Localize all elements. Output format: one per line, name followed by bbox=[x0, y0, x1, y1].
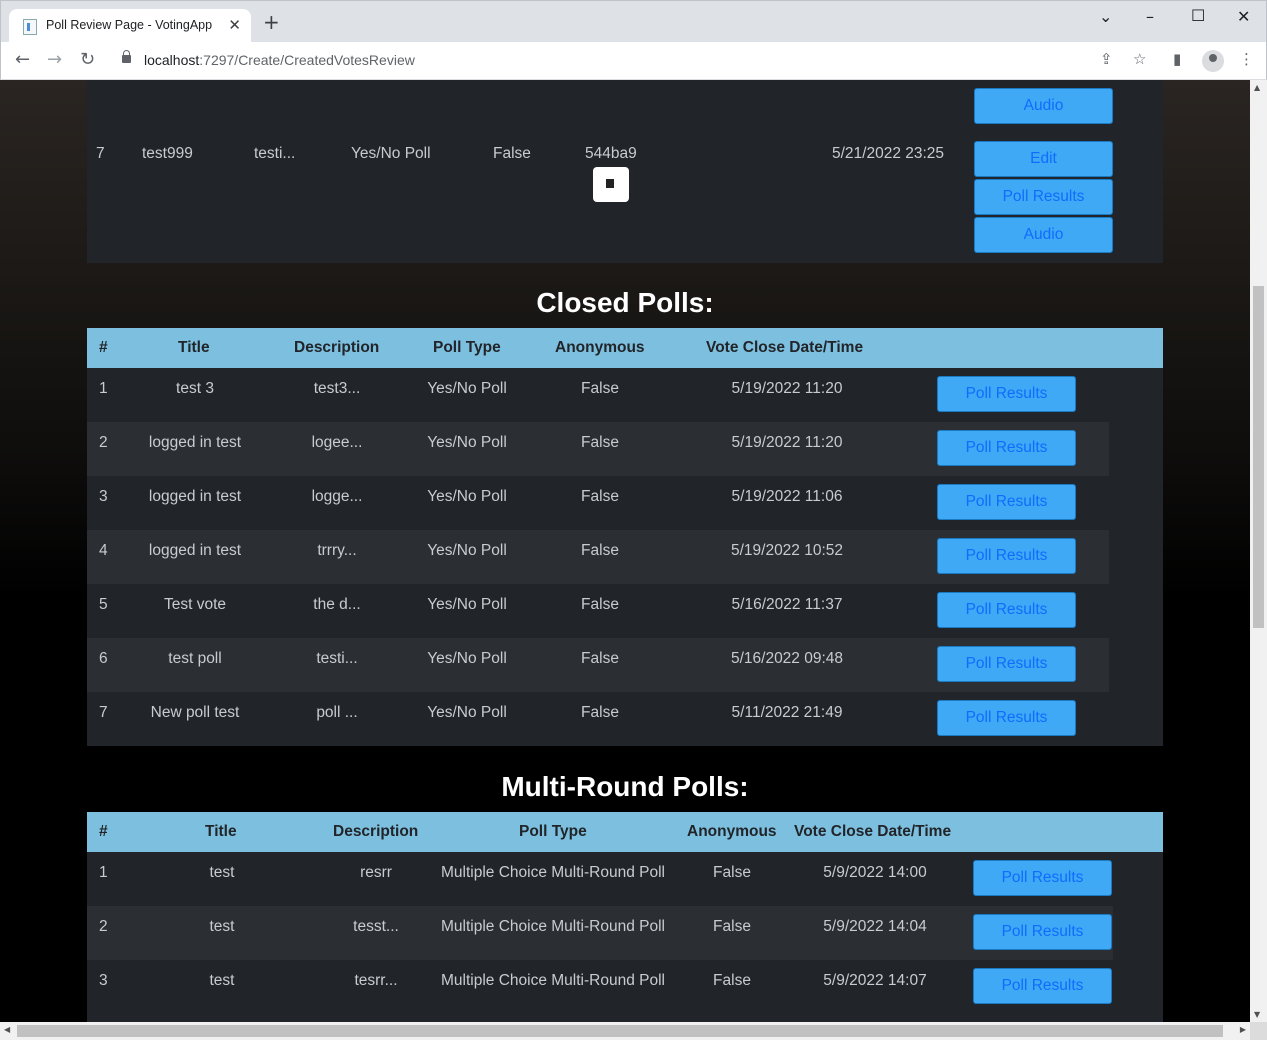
multi-round-polls-heading: Multi-Round Polls: bbox=[501, 771, 749, 802]
row-close-time: 5/19/2022 11:06 bbox=[731, 488, 843, 505]
copy-icon bbox=[606, 179, 614, 188]
tab-title: Poll Review Page - VotingApp bbox=[46, 18, 213, 32]
poll-results-button[interactable]: Poll Results bbox=[937, 430, 1076, 466]
row-close-time: 5/11/2022 21:49 bbox=[731, 704, 843, 721]
poll-results-button[interactable]: Poll Results bbox=[973, 860, 1112, 896]
vertical-scrollbar[interactable]: ▲ ▼ bbox=[1250, 80, 1267, 1022]
closed-polls-header-row: # Title Description Poll Type Anonymous … bbox=[87, 328, 1163, 368]
page-viewport: Audio 7 test999 testi... Yes/No Poll Fal… bbox=[0, 80, 1250, 1022]
share-icon[interactable]: ⇪ bbox=[1100, 50, 1113, 68]
header-description: Description bbox=[294, 339, 380, 356]
row-poll-type: Yes/No Poll bbox=[351, 145, 431, 162]
row-poll-code: 544ba9 bbox=[585, 145, 637, 162]
vertical-scroll-thumb[interactable] bbox=[1253, 286, 1264, 628]
row-anonymous: False bbox=[493, 145, 531, 162]
row-close-time: 5/19/2022 10:52 bbox=[730, 542, 844, 559]
row-title: test999 bbox=[142, 145, 193, 162]
menu-kebab-icon[interactable]: ⋮ bbox=[1239, 50, 1254, 68]
row-close-time: 5/16/2022 11:37 bbox=[731, 596, 843, 613]
header-title: Title bbox=[178, 339, 210, 356]
header-number: # bbox=[99, 339, 108, 356]
scrollbar-corner bbox=[1250, 1022, 1267, 1040]
close-window-icon[interactable]: ✕ bbox=[1237, 7, 1250, 26]
maximize-icon[interactable]: ☐ bbox=[1191, 6, 1205, 25]
poll-results-button[interactable]: Poll Results bbox=[937, 538, 1076, 574]
reload-icon[interactable]: ↻ bbox=[80, 50, 95, 70]
lock-icon bbox=[122, 50, 131, 63]
header-anonymous: Anonymous bbox=[555, 339, 645, 356]
row-number: 7 bbox=[96, 145, 105, 162]
horizontal-scroll-thumb[interactable] bbox=[17, 1025, 1223, 1037]
row-close-time: 5/19/2022 11:20 bbox=[731, 380, 843, 397]
header-poll-type: Poll Type bbox=[433, 339, 501, 356]
header-close-time: Vote Close Date/Time bbox=[706, 339, 864, 356]
row-close-time: 5/19/2022 11:20 bbox=[731, 434, 843, 451]
header-number: # bbox=[99, 823, 108, 840]
poll-results-button[interactable]: Poll Results bbox=[937, 700, 1076, 736]
back-icon[interactable]: ← bbox=[15, 50, 30, 70]
scroll-down-icon[interactable]: ▼ bbox=[1254, 1010, 1260, 1019]
header-anonymous: Anonymous bbox=[687, 823, 777, 840]
forward-icon[interactable]: → bbox=[47, 50, 62, 70]
page-icon bbox=[23, 19, 37, 35]
poll-results-button[interactable]: Poll Results bbox=[973, 968, 1112, 1004]
scroll-up-icon[interactable]: ▲ bbox=[1254, 83, 1260, 92]
poll-results-button[interactable]: Poll Results bbox=[937, 592, 1076, 628]
poll-results-button[interactable]: Poll Results bbox=[937, 646, 1076, 682]
new-tab-icon[interactable]: + bbox=[263, 12, 280, 32]
copy-code-button[interactable] bbox=[593, 167, 629, 202]
closed-polls-heading: Closed Polls: bbox=[536, 287, 714, 318]
header-poll-type: Poll Type bbox=[519, 823, 587, 840]
poll-results-button[interactable]: Poll Results bbox=[973, 914, 1112, 950]
tab-search-icon[interactable]: ⌄ bbox=[1099, 7, 1112, 26]
close-tab-icon[interactable]: ✕ bbox=[228, 16, 241, 34]
header-title: Title bbox=[205, 823, 237, 840]
poll-results-button[interactable]: Poll Results bbox=[937, 484, 1076, 520]
browser-tab[interactable]: Poll Review Page - VotingApp ✕ bbox=[9, 9, 251, 43]
audio-button[interactable]: Audio bbox=[974, 88, 1113, 124]
row-close-time: 5/16/2022 09:48 bbox=[730, 650, 844, 667]
poll-results-button[interactable]: Poll Results bbox=[974, 179, 1113, 215]
minimize-icon[interactable]: – bbox=[1146, 7, 1154, 26]
row-description: testi... bbox=[254, 145, 296, 162]
edit-button[interactable]: Edit bbox=[974, 141, 1113, 177]
header-description: Description bbox=[333, 823, 419, 840]
scroll-right-icon[interactable]: ▶ bbox=[1240, 1025, 1246, 1034]
profile-avatar[interactable] bbox=[1202, 50, 1224, 72]
audio-button[interactable]: Audio bbox=[974, 217, 1113, 253]
scroll-left-icon[interactable]: ◀ bbox=[4, 1025, 10, 1034]
row-close-time: 5/21/2022 23:25 bbox=[832, 145, 945, 162]
horizontal-scrollbar[interactable]: ◀ ▶ bbox=[0, 1022, 1250, 1040]
browser-toolbar: ← → ↻ localhost:7297/Create/CreatedVotes… bbox=[0, 42, 1267, 80]
bookmark-star-icon[interactable]: ☆ bbox=[1133, 50, 1146, 68]
header-close-time: Vote Close Date/Time bbox=[794, 823, 952, 840]
address-bar[interactable]: localhost:7297/Create/CreatedVotesReview bbox=[109, 46, 1161, 76]
url-text: localhost:7297/Create/CreatedVotesReview bbox=[144, 52, 415, 68]
multi-round-polls-header-row: # Title Description Poll Type Anonymous … bbox=[87, 812, 1163, 852]
browser-tab-strip: Poll Review Page - VotingApp ✕ + ⌄ – ☐ ✕ bbox=[0, 0, 1267, 43]
side-panel-icon[interactable]: ▮ bbox=[1173, 50, 1181, 68]
poll-results-button[interactable]: Poll Results bbox=[937, 376, 1076, 412]
